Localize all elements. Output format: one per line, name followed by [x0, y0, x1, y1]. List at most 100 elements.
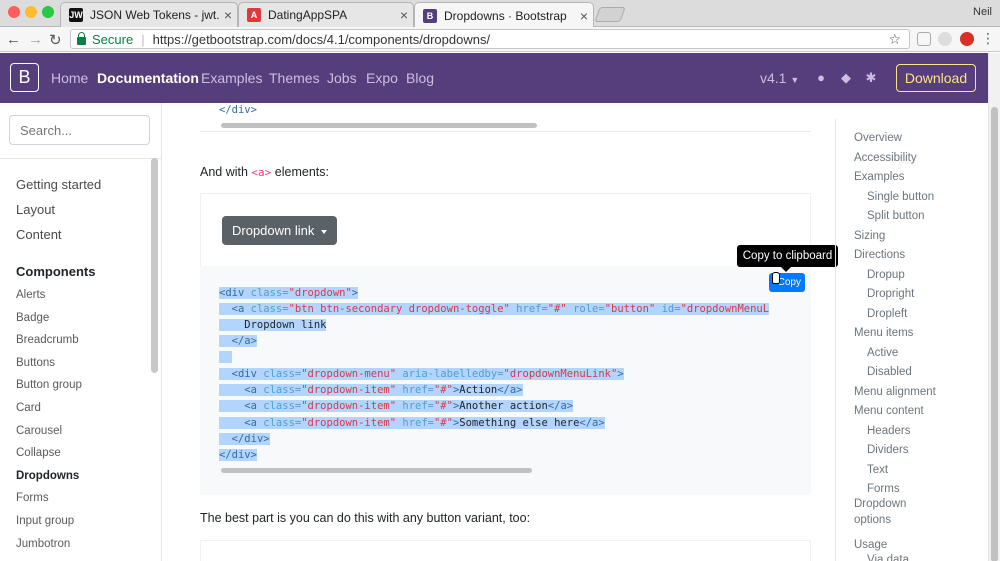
- nav-examples[interactable]: Examples: [201, 70, 262, 86]
- sidebar-getting-started[interactable]: Getting started: [16, 177, 101, 192]
- zoom-window-button[interactable]: [42, 6, 54, 18]
- toc-item-split-button[interactable]: Split button: [867, 210, 925, 222]
- extension-icon[interactable]: [938, 32, 952, 46]
- toc-item-headers[interactable]: Headers: [867, 425, 910, 437]
- toc-item-accessibility[interactable]: Accessibility: [854, 152, 917, 164]
- browser-tab-bar: JW JSON Web Tokens - jwt.io × A DatingAp…: [0, 0, 1000, 28]
- back-arrow-icon[interactable]: ←: [6, 31, 21, 48]
- toc-item-single-button[interactable]: Single button: [867, 191, 934, 203]
- sidebar-scrollbar-thumb[interactable]: [151, 158, 158, 373]
- sidebar-item-card[interactable]: Card: [16, 402, 41, 414]
- code-line: <div class="dropdown">: [219, 287, 359, 299]
- variant-text: The best part is you can do this with an…: [200, 511, 531, 525]
- toc-item-dropup[interactable]: Dropup: [867, 269, 905, 281]
- code-horizontal-scrollbar[interactable]: [221, 468, 532, 473]
- extension-icon[interactable]: [917, 32, 931, 46]
- close-window-button[interactable]: [8, 6, 20, 18]
- address-bar: ← → ↻ Secure | https://getbootstrap.com/…: [0, 27, 1000, 52]
- toc-item-text[interactable]: Text: [867, 464, 888, 476]
- code-line: </div>: [219, 432, 270, 447]
- copy-tooltip: Copy to clipboard: [737, 245, 838, 272]
- new-tab-button[interactable]: [594, 7, 626, 22]
- code-closing-div: </div>: [219, 104, 257, 116]
- bootstrap-logo[interactable]: B: [10, 63, 39, 92]
- sidebar-item-carousel[interactable]: Carousel: [16, 425, 62, 437]
- tab-dropdowns[interactable]: B Dropdowns · Bootstrap ×: [414, 2, 594, 28]
- toc-item-sizing[interactable]: Sizing: [854, 230, 885, 242]
- toc-item-dropleft[interactable]: Dropleft: [867, 308, 907, 320]
- docs-sidebar: Getting started Layout Content Component…: [0, 103, 162, 561]
- toc-item-forms[interactable]: Forms: [867, 483, 900, 495]
- tab-close-icon[interactable]: ×: [575, 8, 593, 24]
- sidebar-item-forms[interactable]: Forms: [16, 492, 49, 504]
- toc-item-disabled[interactable]: Disabled: [867, 366, 912, 378]
- toc-item-usage[interactable]: Usage: [854, 539, 887, 551]
- code-line: <a class="dropdown-item" href="#">Someth…: [219, 416, 605, 431]
- sidebar-item-jumbotron[interactable]: Jumbotron: [16, 538, 70, 550]
- tab-title: JSON Web Tokens - jwt.io: [90, 8, 219, 22]
- github-icon[interactable]: ●: [814, 71, 828, 85]
- page-scrollbar-thumb[interactable]: [991, 107, 998, 561]
- nav-home[interactable]: Home: [51, 70, 88, 86]
- code-line: <a class="dropdown-item" href="#">Anothe…: [219, 399, 574, 414]
- extension-badge-icon[interactable]: [960, 32, 974, 46]
- sidebar-content[interactable]: Content: [16, 227, 62, 242]
- toc-item-via-data[interactable]: Via data: [867, 554, 909, 561]
- download-button[interactable]: Download: [896, 64, 976, 92]
- forward-arrow-icon[interactable]: →: [28, 31, 43, 48]
- code-line: [219, 350, 232, 365]
- url-text: https://getbootstrap.com/docs/4.1/compon…: [152, 31, 491, 47]
- code-line: <a class="btn btn-secondary dropdown-tog…: [219, 302, 770, 317]
- page-scrollbar[interactable]: [988, 53, 1000, 561]
- sidebar-item-buttons[interactable]: Buttons: [16, 357, 55, 369]
- angular-favicon-icon: A: [247, 8, 261, 22]
- twitter-icon[interactable]: ◆: [839, 71, 853, 85]
- nav-themes[interactable]: Themes: [269, 70, 320, 86]
- code-horizontal-scrollbar[interactable]: [221, 123, 537, 128]
- sidebar-item-badge[interactable]: Badge: [16, 312, 49, 324]
- toc-item-dropright[interactable]: Dropright: [867, 288, 914, 300]
- tab-datingapp[interactable]: A DatingAppSPA ×: [238, 2, 414, 27]
- tab-title: Dropdowns · Bootstrap: [444, 8, 567, 23]
- nav-jobs[interactable]: Jobs: [327, 70, 357, 86]
- version-dropdown[interactable]: v4.1 ▼: [760, 70, 799, 86]
- bootstrap-favicon-icon: B: [423, 8, 437, 23]
- tab-jwt[interactable]: JW JSON Web Tokens - jwt.io ×: [60, 2, 238, 27]
- sidebar-layout[interactable]: Layout: [16, 202, 55, 217]
- hand-cursor-icon: [772, 272, 780, 284]
- profile-name[interactable]: Neil: [973, 6, 992, 18]
- secure-label: Secure: [92, 31, 134, 47]
- code-line: <a class="dropdown-item" href="#">Action…: [219, 383, 523, 398]
- sidebar-item-alerts[interactable]: Alerts: [16, 289, 45, 301]
- reload-icon[interactable]: ↻: [49, 31, 62, 49]
- toc-item-dividers[interactable]: Dividers: [867, 444, 909, 456]
- toc-item-dropdown-options[interactable]: Dropdown options: [854, 496, 924, 528]
- sidebar-item-dropdowns[interactable]: Dropdowns: [16, 470, 79, 482]
- dropdown-link-button[interactable]: Dropdown link: [222, 216, 337, 245]
- tab-close-icon[interactable]: ×: [395, 7, 413, 23]
- bookmark-star-icon[interactable]: ☆: [888, 31, 901, 48]
- toc-item-examples[interactable]: Examples: [854, 171, 905, 183]
- intro-text: And with <a> elements:: [200, 165, 329, 179]
- url-input[interactable]: Secure | https://getbootstrap.com/docs/4…: [70, 29, 910, 49]
- toc-item-menu-content[interactable]: Menu content: [854, 405, 924, 417]
- toc-item-menu-alignment[interactable]: Menu alignment: [854, 386, 936, 398]
- sidebar-item-collapse[interactable]: Collapse: [16, 447, 61, 459]
- nav-blog[interactable]: Blog: [406, 70, 434, 86]
- sidebar-item-input-group[interactable]: Input group: [16, 515, 74, 527]
- nav-documentation[interactable]: Documentation: [97, 70, 199, 86]
- minimize-window-button[interactable]: [25, 6, 37, 18]
- sidebar-item-breadcrumb[interactable]: Breadcrumb: [16, 334, 79, 346]
- toc-item-directions[interactable]: Directions: [854, 249, 905, 261]
- sidebar-components[interactable]: Components: [16, 264, 95, 279]
- code-line: Dropdown link: [219, 319, 327, 331]
- sidebar-item-button-group[interactable]: Button group: [16, 379, 82, 391]
- toc-item-overview[interactable]: Overview: [854, 132, 902, 144]
- toc-item-menu-items[interactable]: Menu items: [854, 327, 913, 339]
- menu-dots-icon[interactable]: ⋮: [981, 30, 995, 47]
- slack-icon[interactable]: ✱: [864, 71, 878, 85]
- tab-close-icon[interactable]: ×: [219, 7, 237, 23]
- toc-item-active[interactable]: Active: [867, 347, 898, 359]
- search-input[interactable]: [9, 115, 150, 145]
- nav-expo[interactable]: Expo: [366, 70, 398, 86]
